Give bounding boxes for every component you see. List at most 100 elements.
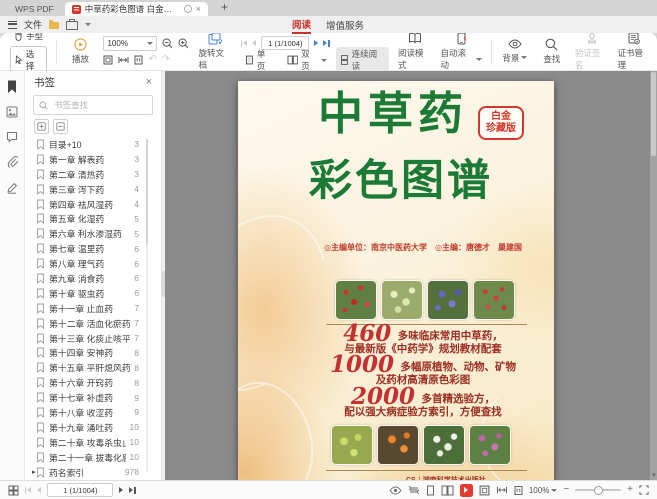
thumbnail-panel-icon[interactable] — [8, 485, 19, 496]
background-eye-icon[interactable] — [389, 486, 402, 495]
last-page-button[interactable] — [129, 487, 135, 494]
continuous-read-button[interactable]: 连续阅读 — [336, 47, 389, 73]
tab-services[interactable]: 增值服务 — [326, 16, 364, 33]
expand-all-button[interactable] — [34, 119, 49, 134]
bookmark-item[interactable]: 第十章 驱虫药 6 — [25, 286, 161, 301]
next-page-button[interactable] — [314, 40, 318, 46]
bookmark-item[interactable]: 第十七章 补虚药 9 — [25, 390, 161, 405]
bookmark-item[interactable]: 第三章 泻下药 4 — [25, 182, 161, 197]
file-menu[interactable]: 文件 — [24, 18, 42, 31]
bookmark-item[interactable]: 第十九章 涌吐药 10 — [25, 420, 161, 435]
zoom-slider[interactable] — [575, 489, 621, 491]
bookmark-item[interactable]: 第二十章 攻毒杀虫止痒药 10 — [25, 435, 161, 450]
continuous-read-icon[interactable] — [408, 485, 420, 495]
read-mode-button[interactable]: 阅读模式 — [398, 32, 432, 71]
fullscreen-icon[interactable] — [639, 485, 649, 495]
fit-width-icon[interactable] — [118, 55, 129, 65]
bookmark-search[interactable] — [33, 95, 153, 115]
bookmark-item[interactable]: 第二十一章 拔毒化腐生肌药 10 — [25, 450, 161, 465]
collapse-all-button[interactable] — [53, 119, 68, 134]
background-button[interactable]: 背景 — [501, 39, 529, 64]
print-icon[interactable] — [66, 21, 78, 30]
fit-window-icon[interactable] — [479, 485, 490, 496]
status-page-input[interactable] — [47, 483, 113, 497]
bookmark-item[interactable]: 第九章 消食药 6 — [25, 271, 161, 286]
next-page-button[interactable] — [119, 487, 123, 493]
bookmark-item[interactable]: 第十一章 止血药 7 — [25, 301, 161, 316]
bookmark-item[interactable]: 第四章 祛风湿药 4 — [25, 197, 161, 212]
bookmark-item[interactable]: 第十六章 开窍药 8 — [25, 375, 161, 390]
select-tool-button[interactable]: 选择 — [10, 46, 47, 74]
find-button[interactable]: 查找 — [538, 38, 566, 66]
comments-panel-icon[interactable] — [6, 131, 18, 143]
zoom-out-icon[interactable] — [162, 38, 173, 49]
bookmark-item[interactable]: 第五章 化湿药 5 — [25, 211, 161, 226]
tab-read[interactable]: 阅读 — [292, 15, 311, 34]
rotate-document-button[interactable]: 旋转文档 — [198, 32, 232, 72]
bookmark-label: 第一章 解表药 — [49, 153, 130, 166]
bookmark-item[interactable]: 第十八章 收涩药 9 — [25, 405, 161, 420]
side-rail — [0, 71, 25, 480]
last-page-button[interactable] — [323, 40, 329, 47]
single-page-button[interactable]: 单页 — [241, 47, 277, 73]
bookmark-search-input[interactable] — [52, 99, 147, 111]
bookmark-item[interactable]: 目录+10 3 — [25, 137, 161, 152]
first-page-button[interactable] — [241, 40, 247, 47]
cover-title-line2: 彩色图谱 — [309, 158, 493, 205]
actual-size-icon[interactable] — [514, 485, 523, 496]
actual-size-icon[interactable] — [134, 55, 143, 65]
play-slideshow-button[interactable] — [460, 484, 473, 497]
play-button[interactable]: 播放 — [66, 38, 94, 66]
bookmark-icon — [36, 184, 45, 195]
zoom-slider-thumb[interactable] — [594, 486, 603, 495]
new-tab-button[interactable]: + — [217, 0, 232, 16]
auto-scroll-button[interactable]: 自动滚动 — [440, 32, 481, 72]
panel-close-icon[interactable]: × — [146, 76, 152, 88]
document-tab[interactable]: 中草药彩色图谱 白金珍藏版... × — [65, 2, 208, 16]
scrollbar-down-arrow[interactable]: ▼ — [651, 473, 657, 479]
document-canvas[interactable]: 中草药 彩色图谱 白金 珍藏版 ◎主编单位：南京中医药大学 ◎主编：唐德才 巢建… — [165, 71, 657, 480]
single-page-icon[interactable] — [426, 485, 435, 496]
bookmark-item[interactable]: 第二章 清热药 3 — [25, 167, 161, 182]
bookmark-item[interactable]: 第十三章 化痰止咳平喘药 7 — [25, 331, 161, 346]
chevron-down-icon[interactable] — [85, 23, 91, 26]
bookmark-item[interactable]: 第六章 利水渗湿药 5 — [25, 226, 161, 241]
bookmarks-panel-icon[interactable] — [6, 80, 18, 93]
home-tab[interactable]: WPS PDF — [6, 2, 63, 16]
scrollbar-thumb[interactable] — [651, 72, 656, 156]
first-page-button[interactable] — [25, 487, 31, 494]
bookmark-icon — [36, 273, 45, 284]
fit-width-icon[interactable] — [496, 485, 508, 495]
zoom-out-button[interactable]: − — [563, 485, 569, 495]
zoom-in-icon[interactable] — [178, 38, 189, 49]
bookmark-item[interactable]: ▸ 药名索引 978 — [25, 465, 161, 478]
certificate-manager-button[interactable]: 证书管理 — [617, 32, 651, 72]
bookmark-page: 3 — [134, 169, 139, 179]
bookmark-item[interactable]: 第八章 理气药 6 — [25, 256, 161, 271]
prev-page-button[interactable] — [252, 40, 256, 46]
bookmark-item[interactable]: 第一章 解表药 3 — [25, 152, 161, 167]
zoom-in-button[interactable]: + — [627, 485, 633, 495]
chevron-down-icon — [147, 42, 153, 45]
main-menu-icon[interactable] — [8, 21, 17, 29]
zoom-select[interactable]: 100% — [103, 36, 157, 51]
double-page-button[interactable]: 双页 — [283, 47, 331, 73]
tab-close-icon[interactable]: × — [196, 5, 201, 14]
signature-pen-icon[interactable] — [6, 182, 18, 194]
bookmark-item[interactable]: 第十五章 平肝熄风药 8 — [25, 360, 161, 375]
bookmark-item[interactable]: 第十二章 活血化瘀药 7 — [25, 316, 161, 331]
vertical-scrollbar[interactable]: ▼ — [650, 71, 657, 480]
document-tab-title: 中草药彩色图谱 白金珍藏版... — [85, 3, 180, 15]
open-file-icon[interactable] — [49, 22, 59, 29]
status-zoom-select[interactable]: 100% — [529, 486, 557, 495]
attachments-panel-icon[interactable] — [7, 156, 18, 169]
chevron-down-icon — [476, 58, 482, 61]
bookmark-item[interactable]: 第七章 温里药 6 — [25, 241, 161, 256]
prev-page-button[interactable] — [37, 487, 41, 493]
fit-window-icon[interactable] — [103, 55, 113, 65]
divider — [56, 40, 57, 64]
thumbnails-panel-icon[interactable] — [6, 106, 18, 118]
double-page-icon[interactable] — [441, 485, 454, 496]
bookmark-item[interactable]: 第十四章 安神药 8 — [25, 345, 161, 360]
panel-scrollbar[interactable] — [146, 139, 148, 472]
